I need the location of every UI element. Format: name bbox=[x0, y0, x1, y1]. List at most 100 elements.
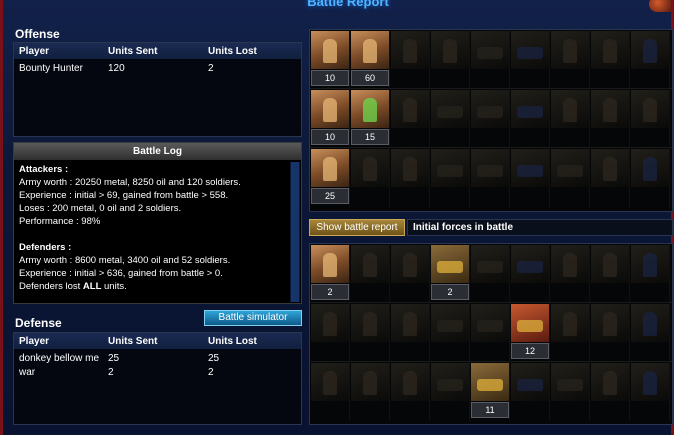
unit-slot bbox=[350, 303, 390, 362]
col-units-lost: Units Lost bbox=[208, 45, 257, 57]
unit-slot[interactable]: 10 bbox=[310, 30, 350, 89]
log-line: Loses : 200 metal, 0 oil and 2 soldiers. bbox=[19, 203, 182, 214]
units-lost: 2 bbox=[208, 366, 214, 378]
unit-slot bbox=[470, 148, 510, 207]
soldier-icon bbox=[351, 149, 389, 187]
defenders-lost-all: ALL bbox=[82, 281, 102, 292]
vehicle-icon bbox=[511, 90, 549, 128]
unit-slot bbox=[550, 89, 590, 148]
unit-slot bbox=[470, 30, 510, 89]
unit-slot bbox=[390, 30, 430, 89]
soldier-icon bbox=[351, 245, 389, 283]
col-units-sent: Units Sent bbox=[108, 45, 158, 57]
unit-slot[interactable]: 11 bbox=[470, 362, 510, 421]
table-row: donkey bellow me 25 25 bbox=[14, 351, 301, 365]
battle-simulator-button[interactable]: Battle simulator bbox=[204, 310, 302, 326]
unit-slot bbox=[590, 362, 630, 421]
player-name: donkey bellow me bbox=[19, 352, 100, 364]
soldier-icon bbox=[311, 245, 349, 283]
unit-slot bbox=[590, 244, 630, 303]
soldier-icon bbox=[351, 304, 389, 342]
unit-slot bbox=[590, 89, 630, 148]
unit-slot bbox=[390, 303, 430, 362]
unit-slot[interactable]: 2 bbox=[430, 244, 470, 303]
soldier-icon bbox=[591, 149, 629, 187]
log-scrollbar-thumb[interactable] bbox=[291, 162, 299, 302]
attack-unit-grid: 10 60 10 15 25 bbox=[309, 29, 673, 212]
units-sent: 2 bbox=[108, 366, 114, 378]
close-icon[interactable] bbox=[649, 0, 671, 12]
defense-table: Player Units Sent Units Lost donkey bell… bbox=[13, 332, 302, 425]
unit-slot bbox=[510, 362, 550, 421]
attackers-label: Attackers : bbox=[19, 164, 69, 175]
unit-slot bbox=[470, 89, 510, 148]
show-battle-report-button[interactable]: Show battle report bbox=[309, 219, 405, 236]
unit-slot bbox=[430, 303, 470, 362]
unit-slot bbox=[550, 303, 590, 362]
table-row: war 2 2 bbox=[14, 365, 301, 379]
soldier-icon bbox=[591, 90, 629, 128]
unit-slot[interactable]: 12 bbox=[510, 303, 550, 362]
soldier-icon bbox=[591, 363, 629, 401]
unit-row: 12 bbox=[310, 303, 672, 362]
unit-slot bbox=[630, 244, 670, 303]
col-player: Player bbox=[19, 335, 50, 347]
units-sent: 25 bbox=[108, 352, 120, 364]
unit-slot bbox=[390, 148, 430, 207]
unit-slot bbox=[630, 89, 670, 148]
vehicle-icon bbox=[511, 149, 549, 187]
unit-slot bbox=[550, 362, 590, 421]
log-scrollbar[interactable] bbox=[290, 162, 300, 302]
vehicle-icon bbox=[431, 90, 469, 128]
unit-slot[interactable]: 15 bbox=[350, 89, 390, 148]
unit-slot bbox=[430, 89, 470, 148]
tank-icon bbox=[471, 363, 509, 401]
battle-log-heading: Battle Log bbox=[14, 143, 301, 160]
window-title: Battle Report bbox=[307, 0, 389, 9]
defenders-label: Defenders : bbox=[19, 242, 72, 253]
battle-log-body: Attackers : Army worth : 20250 metal, 82… bbox=[14, 160, 301, 304]
unit-slot bbox=[590, 148, 630, 207]
vehicle-icon bbox=[431, 363, 469, 401]
unit-slot[interactable]: 10 bbox=[310, 89, 350, 148]
unit-slot bbox=[630, 30, 670, 89]
col-units-sent: Units Sent bbox=[108, 335, 158, 347]
unit-slot bbox=[310, 362, 350, 421]
soldier-icon bbox=[311, 31, 349, 69]
unit-slot bbox=[430, 362, 470, 421]
heavy-trooper-icon bbox=[351, 90, 389, 128]
unit-slot bbox=[510, 30, 550, 89]
unit-count: 2 bbox=[431, 284, 469, 300]
player-name: Bounty Hunter bbox=[19, 62, 83, 74]
soldier-icon bbox=[631, 363, 669, 401]
soldier-icon bbox=[391, 245, 429, 283]
unit-slot[interactable]: 25 bbox=[310, 148, 350, 207]
soldier-icon bbox=[431, 31, 469, 69]
unit-count: 10 bbox=[311, 70, 349, 86]
units-lost: 25 bbox=[208, 352, 220, 364]
defense-heading: Defense bbox=[15, 316, 62, 330]
col-player: Player bbox=[19, 45, 50, 57]
soldier-icon bbox=[391, 31, 429, 69]
battle-log: Battle Log Attackers : Army worth : 2025… bbox=[13, 142, 302, 304]
soldier-icon bbox=[631, 31, 669, 69]
unit-slot bbox=[630, 362, 670, 421]
vehicle-icon bbox=[431, 304, 469, 342]
unit-count: 11 bbox=[471, 402, 509, 418]
soldier-icon bbox=[391, 149, 429, 187]
soldier-icon bbox=[631, 90, 669, 128]
player-name: war bbox=[19, 366, 36, 378]
unit-slot bbox=[630, 303, 670, 362]
unit-slot[interactable]: 2 bbox=[310, 244, 350, 303]
unit-slot bbox=[510, 89, 550, 148]
units-lost: 2 bbox=[208, 62, 214, 74]
soldier-icon bbox=[551, 245, 589, 283]
vehicle-icon bbox=[471, 31, 509, 69]
log-line: Experience : initial > 636, gained from … bbox=[19, 268, 223, 279]
soldier-icon bbox=[311, 149, 349, 187]
unit-slot bbox=[350, 244, 390, 303]
unit-slot bbox=[510, 148, 550, 207]
unit-slot[interactable]: 60 bbox=[350, 30, 390, 89]
defense-table-header: Player Units Sent Units Lost bbox=[14, 333, 301, 349]
soldier-icon bbox=[311, 304, 349, 342]
